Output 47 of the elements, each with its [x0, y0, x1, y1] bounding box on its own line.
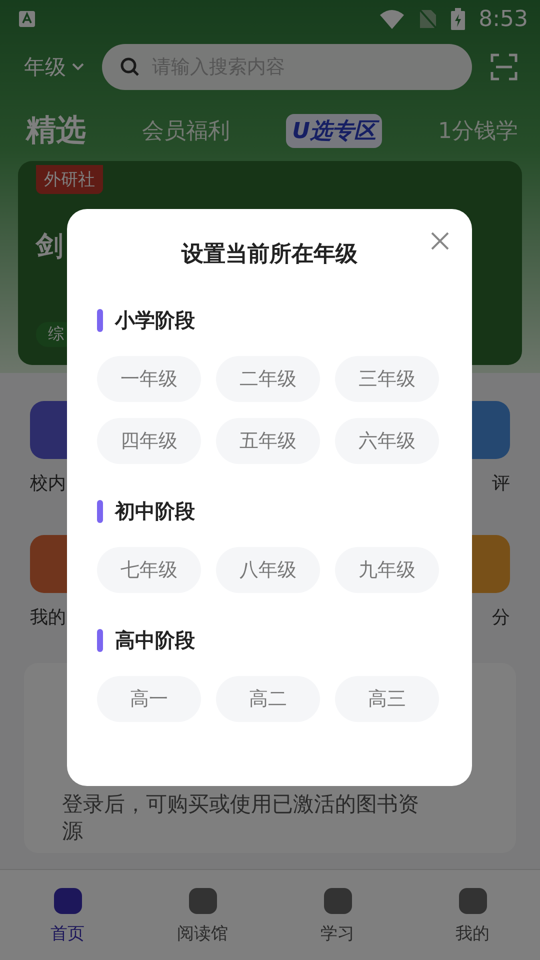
grade-option[interactable]: 八年级: [216, 547, 320, 593]
shortcut-label[interactable]: 分: [492, 605, 510, 629]
category-tab[interactable]: 1分钱学: [438, 116, 518, 146]
shortcut-label[interactable]: 我的: [30, 605, 66, 629]
rounded-square-icon: [322, 886, 354, 916]
grade-option[interactable]: 高一: [97, 676, 201, 722]
banner-title: 剑: [36, 230, 63, 264]
scan-icon[interactable]: [490, 53, 518, 81]
grade-selector[interactable]: 年级: [24, 53, 84, 81]
search-icon: [120, 57, 140, 77]
section-marker: [97, 629, 103, 652]
section-title: 初中阶段: [115, 498, 195, 525]
publisher-badge: 外研社: [36, 165, 103, 194]
grade-option[interactable]: 三年级: [335, 356, 439, 402]
rounded-square-icon: [52, 886, 84, 916]
grade-option[interactable]: 五年级: [216, 418, 320, 464]
nav-item[interactable]: 我的: [405, 870, 540, 960]
section-title: 高中阶段: [115, 627, 195, 654]
nav-item[interactable]: 学习: [270, 870, 405, 960]
category-tab[interactable]: 精选: [26, 110, 86, 151]
chevron-down-icon: [72, 63, 84, 71]
grade-option[interactable]: 九年级: [335, 547, 439, 593]
grade-option[interactable]: 四年级: [97, 418, 201, 464]
battery-charging-icon: [450, 8, 465, 30]
grade-option[interactable]: 一年级: [97, 356, 201, 402]
grade-option[interactable]: 高三: [335, 676, 439, 722]
shortcut-label[interactable]: 校内: [30, 471, 66, 495]
nav-item[interactable]: 首页: [0, 870, 135, 960]
rounded-square-icon: [456, 886, 488, 916]
category-tab[interactable]: 会员福利: [142, 116, 230, 146]
grade-option[interactable]: 二年级: [216, 356, 320, 402]
grade-option[interactable]: 高二: [216, 676, 320, 722]
shortcut-label[interactable]: 评: [492, 471, 510, 495]
section-marker: [97, 309, 103, 332]
grade-option[interactable]: 六年级: [335, 418, 439, 464]
nav-item[interactable]: 阅读馆: [135, 870, 270, 960]
category-tab[interactable]: U选专区: [286, 114, 382, 148]
section-marker: [97, 500, 103, 523]
wifi-icon: [378, 9, 405, 29]
status-time: 8:53: [478, 6, 528, 32]
grade-option[interactable]: 七年级: [97, 547, 201, 593]
login-message: 登录后，可购买或使用已激活的图书资源: [62, 791, 420, 846]
section-title: 小学阶段: [115, 307, 195, 334]
keyboard-icon: [18, 10, 36, 28]
no-sim-icon: [418, 9, 437, 29]
dialog-title: 设置当前所在年级: [180, 241, 358, 269]
rounded-square-icon: [186, 886, 218, 916]
